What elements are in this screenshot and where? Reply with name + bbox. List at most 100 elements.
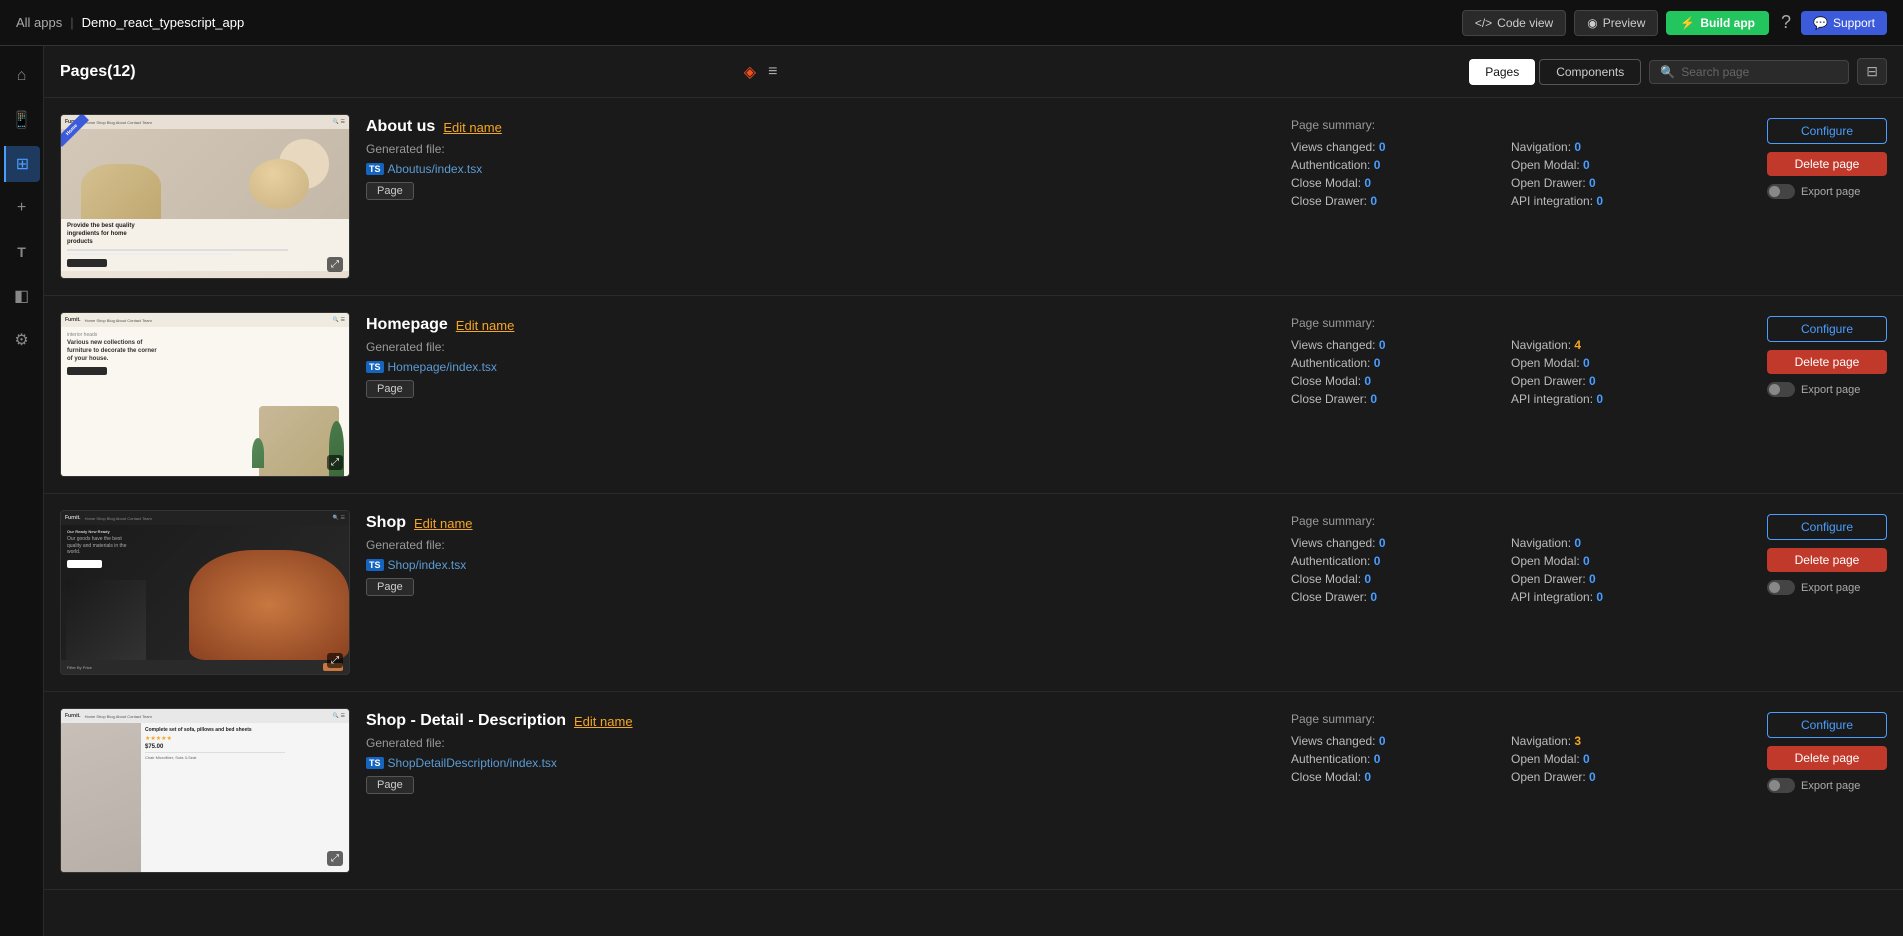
configure-button[interactable]: Configure — [1767, 118, 1887, 144]
delete-page-button[interactable]: Delete page — [1767, 350, 1887, 374]
edit-name-link[interactable]: Edit name — [574, 714, 633, 729]
support-button[interactable]: 💬 Support — [1801, 11, 1887, 35]
configure-button[interactable]: Configure — [1767, 712, 1887, 738]
page-info-homepage: Homepage Edit name Generated file: TS Ho… — [366, 312, 1275, 398]
code-icon: </> — [1475, 16, 1492, 30]
page-summary-homepage: Page summary: Views changed: 0 Navigatio… — [1291, 312, 1711, 406]
page-name: Shop — [366, 514, 406, 532]
page-name: Homepage — [366, 316, 448, 334]
page-info-shop: Shop Edit name Generated file: TS Shop/i… — [366, 510, 1275, 596]
ts-badge: TS — [366, 559, 384, 571]
all-apps-link[interactable]: All apps — [16, 15, 62, 30]
tab-components[interactable]: Components — [1539, 59, 1641, 85]
export-row: Export page — [1767, 382, 1887, 397]
page-tag: Page — [366, 578, 414, 596]
table-row: Furnit. Home Shop Blog About Contact Tea… — [44, 98, 1903, 296]
page-name: Shop - Detail - Description — [366, 712, 566, 730]
configure-button[interactable]: Configure — [1767, 316, 1887, 342]
tab-pages[interactable]: Pages — [1469, 59, 1535, 85]
sidebar: ⌂ 📱 ⊞ + T ◧ ⚙ — [0, 46, 44, 936]
page-thumbnail-homepage[interactable]: Furnit. Home Shop Blog About Contact Tea… — [60, 312, 350, 477]
page-tag: Page — [366, 380, 414, 398]
header-settings-button[interactable]: ⊟ — [1857, 58, 1887, 85]
page-summary-aboutus: Page summary: Views changed: 0 Navigatio… — [1291, 114, 1711, 208]
export-label: Export page — [1801, 582, 1860, 594]
summary-title: Page summary: — [1291, 118, 1711, 132]
code-view-button[interactable]: </> Code view — [1462, 10, 1566, 36]
generated-file: Generated file: — [366, 142, 1275, 156]
page-thumbnail-shopdetail[interactable]: Furnit. Home Shop Blog About Contact Tea… — [60, 708, 350, 873]
table-row: Furnit. Home Shop Blog About Contact Tea… — [44, 296, 1903, 494]
table-row: Furnit. Home Shop Blog About Contact Tea… — [44, 494, 1903, 692]
summary-title: Page summary: — [1291, 712, 1711, 726]
sidebar-item-settings[interactable]: ⚙ — [4, 322, 40, 358]
pages-title: Pages(12) — [60, 63, 734, 81]
sidebar-item-home[interactable]: ⌂ — [4, 58, 40, 94]
expand-icon[interactable]: ⤢ — [327, 257, 343, 272]
edit-name-link[interactable]: Edit name — [443, 120, 502, 135]
content-header: Pages(12) ◈ ≡ Pages Components 🔍 ⊟ — [44, 46, 1903, 98]
page-list: Furnit. Home Shop Blog About Contact Tea… — [44, 98, 1903, 936]
expand-icon[interactable]: ⤢ — [327, 851, 343, 866]
list-view-button[interactable]: ≡ — [766, 61, 779, 83]
edit-name-link[interactable]: Edit name — [414, 516, 473, 531]
topbar-right: ? 💬 Support — [1781, 11, 1887, 35]
page-actions-shopdetail: Configure Delete page Export page — [1727, 708, 1887, 793]
content-area: Pages(12) ◈ ≡ Pages Components 🔍 ⊟ — [44, 46, 1903, 936]
file-path: Aboutus/index.tsx — [388, 162, 483, 176]
build-app-button[interactable]: ⚡ Build app — [1666, 11, 1769, 35]
eye-icon: ◉ — [1587, 16, 1597, 30]
chat-icon: 💬 — [1813, 16, 1828, 30]
delete-page-button[interactable]: Delete page — [1767, 152, 1887, 176]
summary-title: Page summary: — [1291, 316, 1711, 330]
ts-badge: TS — [366, 361, 384, 373]
help-icon[interactable]: ? — [1781, 12, 1791, 33]
export-toggle[interactable] — [1767, 580, 1795, 595]
topbar-center: </> Code view ◉ Preview ⚡ Build app — [1462, 10, 1769, 36]
topbar-separator: | — [70, 15, 73, 30]
page-actions-aboutus: Configure Delete page Export page — [1727, 114, 1887, 199]
sidebar-item-add[interactable]: + — [4, 190, 40, 226]
delete-page-button[interactable]: Delete page — [1767, 548, 1887, 572]
generated-label: Generated file: — [366, 142, 445, 156]
topbar-left: All apps | Demo_react_typescript_app — [16, 15, 1450, 30]
edit-name-link[interactable]: Edit name — [456, 318, 515, 333]
preview-button[interactable]: ◉ Preview — [1574, 10, 1658, 36]
sidebar-item-pages[interactable]: ⊞ — [4, 146, 40, 182]
expand-icon[interactable]: ⤢ — [327, 653, 343, 668]
export-label: Export page — [1801, 186, 1860, 198]
summary-title: Page summary: — [1291, 514, 1711, 528]
table-row: Furnit. Home Shop Blog About Contact Tea… — [44, 692, 1903, 890]
sidebar-item-phone[interactable]: 📱 — [4, 102, 40, 138]
search-icon: 🔍 — [1660, 65, 1675, 79]
tab-group: Pages Components — [1469, 59, 1641, 85]
page-name: About us — [366, 118, 435, 136]
file-path-row: TS Aboutus/index.tsx — [366, 162, 1275, 176]
export-toggle[interactable] — [1767, 184, 1795, 199]
page-info-shopdetail: Shop - Detail - Description Edit name Ge… — [366, 708, 1275, 794]
generated-label: Generated file: — [366, 736, 445, 750]
configure-button[interactable]: Configure — [1767, 514, 1887, 540]
sidebar-item-group[interactable]: ◧ — [4, 278, 40, 314]
ts-badge: TS — [366, 757, 384, 769]
search-box: 🔍 — [1649, 60, 1849, 84]
delete-page-button[interactable]: Delete page — [1767, 746, 1887, 770]
export-label: Export page — [1801, 780, 1860, 792]
page-thumbnail-shop[interactable]: Furnit. Home Shop Blog About Contact Tea… — [60, 510, 350, 675]
main-layout: ⌂ 📱 ⊞ + T ◧ ⚙ Pages(12) ◈ ≡ Pages Compon… — [0, 46, 1903, 936]
app-name: Demo_react_typescript_app — [82, 15, 245, 30]
page-actions-shop: Configure Delete page Export page — [1727, 510, 1887, 595]
sidebar-item-text[interactable]: T — [4, 234, 40, 270]
export-label: Export page — [1801, 384, 1860, 396]
export-toggle[interactable] — [1767, 382, 1795, 397]
export-row: Export page — [1767, 580, 1887, 595]
page-thumbnail-aboutus[interactable]: Furnit. Home Shop Blog About Contact Tea… — [60, 114, 350, 279]
bolt-icon: ⚡ — [1680, 16, 1695, 30]
export-toggle[interactable] — [1767, 778, 1795, 793]
ts-badge: TS — [366, 163, 384, 175]
figma-icon-button[interactable]: ◈ — [742, 60, 758, 84]
file-path: ShopDetailDescription/index.tsx — [388, 756, 557, 770]
search-input[interactable] — [1681, 65, 1838, 79]
expand-icon[interactable]: ⤢ — [327, 455, 343, 470]
page-tag: Page — [366, 776, 414, 794]
